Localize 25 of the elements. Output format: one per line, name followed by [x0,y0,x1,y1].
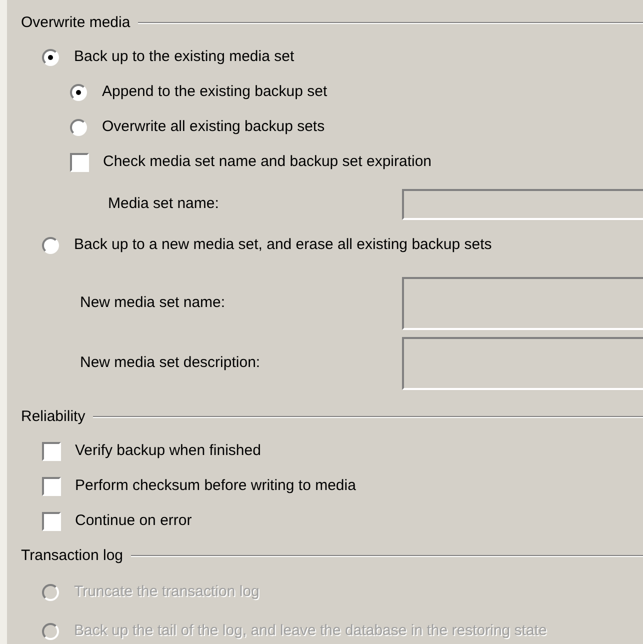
radio-label: Overwrite all existing backup sets [102,117,325,138]
checkbox[interactable] [42,512,61,531]
radio-button[interactable] [42,49,59,66]
checkbox-label: Check media set name and backup set expiration [103,152,432,172]
radio-button[interactable] [70,84,87,101]
section-title: Transaction log [21,546,123,566]
radio-label: Append to the existing backup set [102,82,328,102]
text-area[interactable] [402,276,643,330]
text-area[interactable] [402,336,643,390]
section-title: Reliability [21,406,86,427]
radio-label: Back up to a new media set, and erase all existing backup sets [74,235,492,256]
radio-button[interactable] [70,119,87,136]
radio-label: Back up to the existing media set [74,47,294,68]
field-label: Media set name: [108,194,220,214]
field-label: New media set description: [80,352,262,373]
checkbox[interactable] [42,477,61,496]
checkbox-label: Verify backup when finished [75,441,261,462]
checkbox[interactable] [42,442,61,461]
checkbox[interactable] [70,153,89,172]
field-label: New media set name: [80,292,226,313]
checkbox-label: Perform checksum before writing to media [75,476,356,496]
checkbox-label: Continue on error [75,511,192,532]
radio-button[interactable] [42,237,59,254]
section-title: Overwrite media [21,12,130,33]
input-field[interactable] [402,188,643,220]
